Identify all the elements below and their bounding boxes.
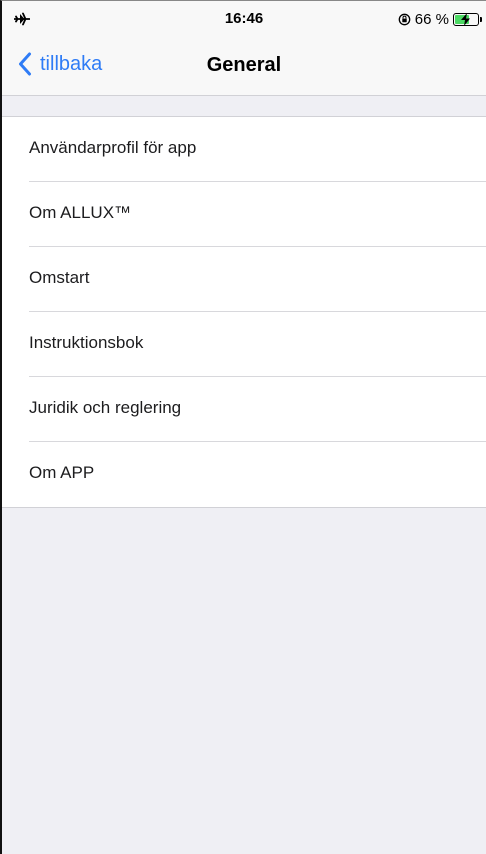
settings-screen: 16:46 66 % tillbaka General Användarprof… [0,0,486,854]
menu-item-label: Instruktionsbok [29,333,144,352]
battery-charging-icon [453,12,479,26]
battery-percent: 66 % [414,10,449,28]
menu-item-manual[interactable]: Instruktionsbok [2,312,486,377]
orientation-lock-icon [398,13,411,25]
menu-item-label: Omstart [29,268,90,287]
menu-item-label: Användarprofil för app [29,138,197,157]
menu-item-about-app[interactable]: Om APP [2,442,486,507]
menu-item-user-profile[interactable]: Användarprofil för app [2,117,486,182]
menu-item-legal[interactable]: Juridik och reglering [2,377,486,442]
charging-bolt-icon [461,12,470,26]
navigation-bar: tillbaka General [2,37,486,96]
settings-list: Användarprofil för app Om ALLUX™ Omstart… [2,116,486,508]
status-right-group: 66 % [398,10,482,28]
menu-item-restart[interactable]: Omstart [2,247,486,312]
page-title: General [206,54,282,76]
menu-item-about-allux[interactable]: Om ALLUX™ [2,182,486,247]
menu-item-label: Om APP [29,463,95,482]
menu-item-label: Juridik och reglering [29,398,182,417]
status-bar: 16:46 66 % [2,1,486,37]
battery-nub [480,16,482,22]
menu-item-label: Om ALLUX™ [29,203,132,222]
